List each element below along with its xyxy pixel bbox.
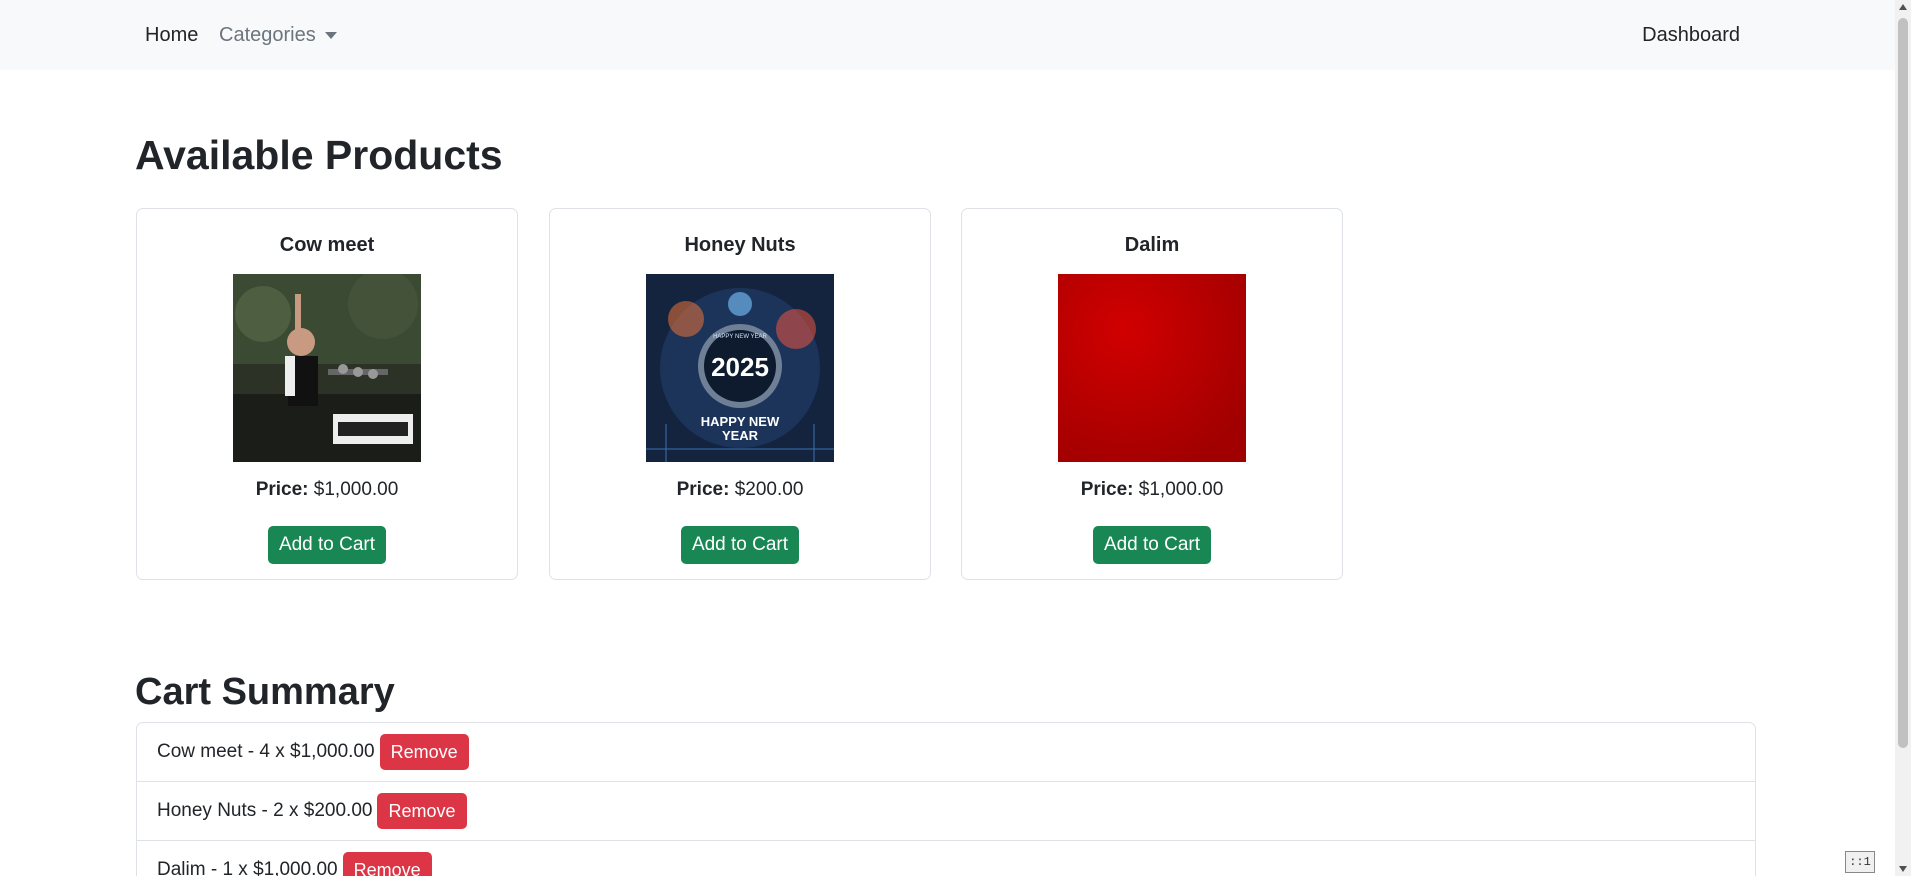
product-card: Cow meet Price: $1,000.00 Add to Cart <box>136 208 518 580</box>
product-name: Dalim <box>1124 234 1180 256</box>
caret-down-icon <box>324 32 337 39</box>
price-value: $1,000.00 <box>1138 479 1224 500</box>
product-card: Honey Nuts HAPPY NEW YEAR 2025 HAPPY NEW… <box>549 208 931 580</box>
remove-button[interactable]: Remove <box>377 793 467 829</box>
corner-badge: ::1 <box>1845 851 1875 873</box>
page-title: Available Products <box>135 132 503 178</box>
navbar: Home Categories Dashboard <box>0 0 1895 70</box>
price-label: Price: <box>1080 479 1134 500</box>
new-year-top-text: HAPPY NEW YEAR <box>713 334 767 340</box>
product-name: Honey Nuts <box>684 234 796 256</box>
add-to-cart-button[interactable]: Add to Cart <box>267 526 387 564</box>
product-image <box>1058 274 1246 462</box>
vertical-scrollbar[interactable] <box>1895 0 1911 876</box>
cart-item: Honey Nuts - 2 x $200.00 Remove <box>137 782 1755 841</box>
price-line: Price: $1,000.00 <box>137 476 517 504</box>
price-label: Price: <box>676 479 730 500</box>
cart-list: Cow meet - 4 x $1,000.00 Remove Honey Nu… <box>136 722 1756 876</box>
price-label: Price: <box>255 479 309 500</box>
cart-item-text: Cow meet - 4 x $1,000.00 <box>157 741 375 762</box>
cart-item-text: Dalim - 1 x $1,000.00 <box>157 859 338 876</box>
nav-categories-dropdown[interactable]: Categories <box>219 24 337 47</box>
remove-button[interactable]: Remove <box>379 734 469 770</box>
nav-dashboard-link[interactable]: Dashboard <box>1642 24 1740 47</box>
product-image <box>233 274 421 462</box>
new-year-bottom-2: YEAR <box>722 428 759 443</box>
price-line: Price: $200.00 <box>550 476 930 504</box>
nav-home-link[interactable]: Home <box>145 24 198 47</box>
scroll-up-arrow-icon[interactable] <box>1899 4 1907 10</box>
add-to-cart-button[interactable]: Add to Cart <box>680 526 800 564</box>
new-year-bottom-1: HAPPY NEW <box>701 414 780 429</box>
new-year-number: 2025 <box>711 352 769 382</box>
price-value: $200.00 <box>734 479 804 500</box>
product-image: HAPPY NEW YEAR 2025 HAPPY NEW YEAR <box>646 274 834 462</box>
add-to-cart-button[interactable]: Add to Cart <box>1092 526 1212 564</box>
price-line: Price: $1,000.00 <box>962 476 1342 504</box>
remove-button[interactable]: Remove <box>342 852 432 876</box>
price-value: $1,000.00 <box>313 479 399 500</box>
scroll-thumb[interactable] <box>1898 18 1908 748</box>
cart-item-text: Honey Nuts - 2 x $200.00 <box>157 800 373 821</box>
nav-categories-label: Categories <box>219 24 316 46</box>
cart-item: Cow meet - 4 x $1,000.00 Remove <box>137 723 1755 782</box>
scroll-down-arrow-icon[interactable] <box>1899 866 1907 872</box>
cart-summary-title: Cart Summary <box>135 671 395 713</box>
product-card: Dalim Price: $1,000.00 Add to Cart <box>961 208 1343 580</box>
product-name: Cow meet <box>279 234 375 256</box>
cart-item: Dalim - 1 x $1,000.00 Remove <box>137 841 1755 876</box>
